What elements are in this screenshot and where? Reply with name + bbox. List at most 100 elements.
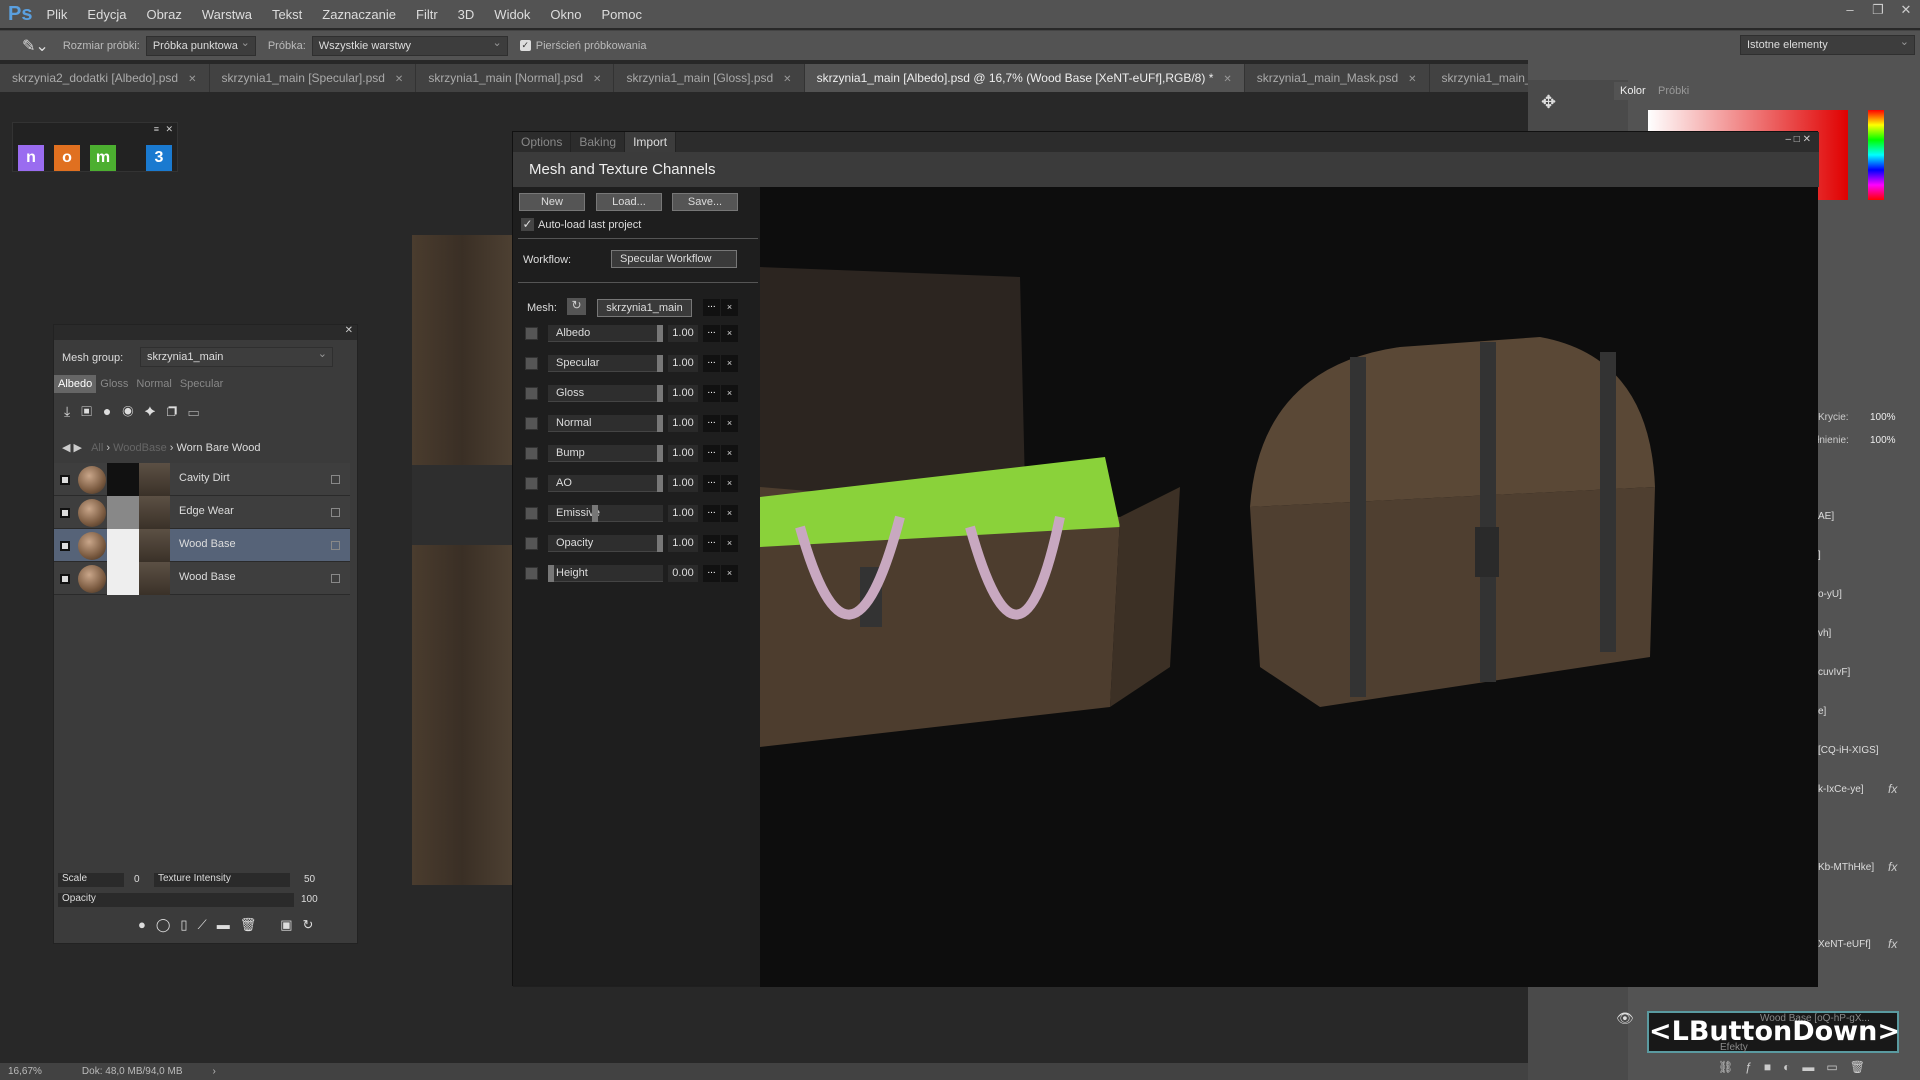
layer-row-selected[interactable]: Wood Base <box>54 529 350 562</box>
channel-browse-button[interactable]: ... <box>703 445 720 462</box>
slider-thumb[interactable] <box>548 565 554 582</box>
minimize-button[interactable]: – <box>1836 0 1864 22</box>
channel-value[interactable]: 1.00 <box>668 355 698 372</box>
sample-size-select[interactable]: Próbka punktowa <box>145 34 256 56</box>
3d-viewport[interactable] <box>760 187 1818 987</box>
layer-row[interactable]: cuvIvF] <box>1818 667 1850 678</box>
forward-icon[interactable]: ▶ <box>74 442 82 454</box>
tab-specular[interactable]: Specular <box>176 375 227 393</box>
bottom-layer-name[interactable]: Wood Base [oQ-hP-gX... <box>1760 1013 1870 1024</box>
channel-browse-button[interactable]: ... <box>703 385 720 402</box>
menu-filtr[interactable]: Filtr <box>416 7 438 22</box>
color-tab[interactable]: Kolor <box>1614 82 1652 100</box>
channel-remove-button[interactable]: × <box>721 505 738 522</box>
layer-row[interactable]: [CQ-iH-XIGS] <box>1818 745 1879 756</box>
channel-value[interactable]: 1.00 <box>668 325 698 342</box>
workflow-select[interactable]: Specular Workflow <box>611 250 737 268</box>
close-tab-icon[interactable]: ✕ <box>395 74 403 85</box>
intensity-value[interactable]: 50 <box>304 874 315 885</box>
channel-checkbox[interactable] <box>525 447 538 460</box>
slider-thumb[interactable] <box>591 505 598 522</box>
channel-browse-button[interactable]: ... <box>703 355 720 372</box>
ddo-icon[interactable]: o <box>54 145 80 171</box>
layer-row[interactable]: Kb-MThHke] <box>1818 862 1874 873</box>
doc-tab[interactable]: skrzynia1_main [Normal].psd ✕ <box>416 64 615 92</box>
channel-browse-button[interactable]: ... <box>703 535 720 552</box>
refresh-icon[interactable]: ↻ <box>303 917 324 932</box>
layer-toggle[interactable] <box>331 475 340 484</box>
channel-value[interactable]: 1.00 <box>668 505 698 522</box>
autoload-checkbox[interactable]: ✓ <box>521 218 534 231</box>
menu-3d[interactable]: 3D <box>458 7 475 22</box>
channel-remove-button[interactable]: × <box>721 325 738 342</box>
tab-normal[interactable]: Normal <box>132 375 175 393</box>
close-tab-icon[interactable]: ✕ <box>593 74 601 85</box>
layer-row[interactable]: Edge Wear <box>54 496 350 529</box>
channel-browse-button[interactable]: ... <box>703 565 720 582</box>
channel-value[interactable]: 1.00 <box>668 535 698 552</box>
scale-value[interactable]: 0 <box>134 874 140 885</box>
slider-thumb[interactable] <box>657 385 663 402</box>
channel-remove-button[interactable]: × <box>721 565 738 582</box>
ndo-icon[interactable]: n <box>18 145 44 171</box>
close-tab-icon[interactable]: ✕ <box>1223 74 1231 85</box>
channel-slider[interactable]: Opacity <box>548 535 663 552</box>
ddo-close-icon[interactable]: ✕ <box>345 325 353 336</box>
stack-icon[interactable]: ▭ <box>188 403 210 419</box>
menu-okno[interactable]: Okno <box>550 7 581 22</box>
restore-button[interactable]: ❐ <box>1864 0 1892 22</box>
scale-slider[interactable]: Scale <box>58 873 124 887</box>
slider-thumb[interactable] <box>657 415 663 432</box>
mesh-browse-button[interactable]: ... <box>703 299 720 316</box>
folder-icon[interactable]: ▬ <box>217 917 240 932</box>
refresh-mask-icon[interactable]: ▣ <box>81 403 103 419</box>
move-tool-icon[interactable]: ✥ <box>1541 92 1556 113</box>
panel-close-icon[interactable]: ✕ <box>165 124 173 135</box>
channel-browse-button[interactable]: ... <box>703 415 720 432</box>
slider-thumb[interactable] <box>657 535 663 552</box>
channel-slider[interactable]: Gloss <box>548 385 663 402</box>
tab-import[interactable]: Import <box>625 132 677 152</box>
fx-icon[interactable]: fx <box>1888 937 1897 951</box>
slider-thumb[interactable] <box>657 445 663 462</box>
close-tab-icon[interactable]: ✕ <box>1408 74 1416 85</box>
doc-tab[interactable]: skrzynia1_main_Mask.psd ✕ <box>1245 64 1430 92</box>
channel-checkbox[interactable] <box>525 387 538 400</box>
close-tab-icon[interactable]: ✕ <box>188 74 196 85</box>
channel-checkbox[interactable] <box>525 357 538 370</box>
sample-select[interactable]: Wszystkie warstwy <box>311 34 508 56</box>
opacity-slider[interactable]: Opacity <box>58 893 294 907</box>
status-arrow-icon[interactable]: › <box>213 1066 216 1077</box>
save-icon[interactable]: ▣ <box>280 917 302 932</box>
channel-value[interactable]: 1.00 <box>668 445 698 462</box>
layer-row[interactable]: AE] <box>1818 511 1834 522</box>
channel-browse-button[interactable]: ... <box>703 505 720 522</box>
mesh-group-select[interactable]: skrzynia1_main <box>140 345 333 367</box>
tab-baking[interactable]: Baking <box>571 132 626 152</box>
close-tab-icon[interactable]: ✕ <box>783 74 791 85</box>
opacity-value[interactable]: 100% <box>1870 412 1896 423</box>
channel-browse-button[interactable]: ... <box>703 475 720 492</box>
doc-tab[interactable]: skrzynia1_main [Specular].psd ✕ <box>210 64 417 92</box>
layer-toggle[interactable] <box>331 541 340 550</box>
layer-row[interactable]: ] <box>1818 550 1821 561</box>
visibility-eye-icon[interactable]: 👁 <box>1616 1010 1634 1027</box>
channel-remove-button[interactable]: × <box>721 415 738 432</box>
layer-row[interactable]: Wood Base <box>54 562 350 595</box>
save-button[interactable]: Save... <box>672 193 738 211</box>
mesh-refresh-icon[interactable]: ↻ <box>567 298 586 315</box>
slider-thumb[interactable] <box>657 355 663 372</box>
new-file-icon[interactable]: ▯ <box>180 917 197 932</box>
layer-checkbox[interactable] <box>60 475 70 485</box>
channel-browse-button[interactable]: ... <box>703 325 720 342</box>
channel-value[interactable]: 1.00 <box>668 475 698 492</box>
channel-remove-button[interactable]: × <box>721 535 738 552</box>
sphere-icon[interactable]: ◯ <box>156 917 181 932</box>
back-icon[interactable]: ◀ <box>62 442 70 454</box>
sphere-icon[interactable]: ◉ <box>122 403 144 419</box>
fx-icon[interactable]: fx <box>1888 782 1897 796</box>
layer-toggle[interactable] <box>331 508 340 517</box>
menu-plik[interactable]: Plik <box>46 7 67 22</box>
panel-menu-icon[interactable]: ≡ <box>154 124 159 134</box>
channel-slider[interactable]: Normal <box>548 415 663 432</box>
